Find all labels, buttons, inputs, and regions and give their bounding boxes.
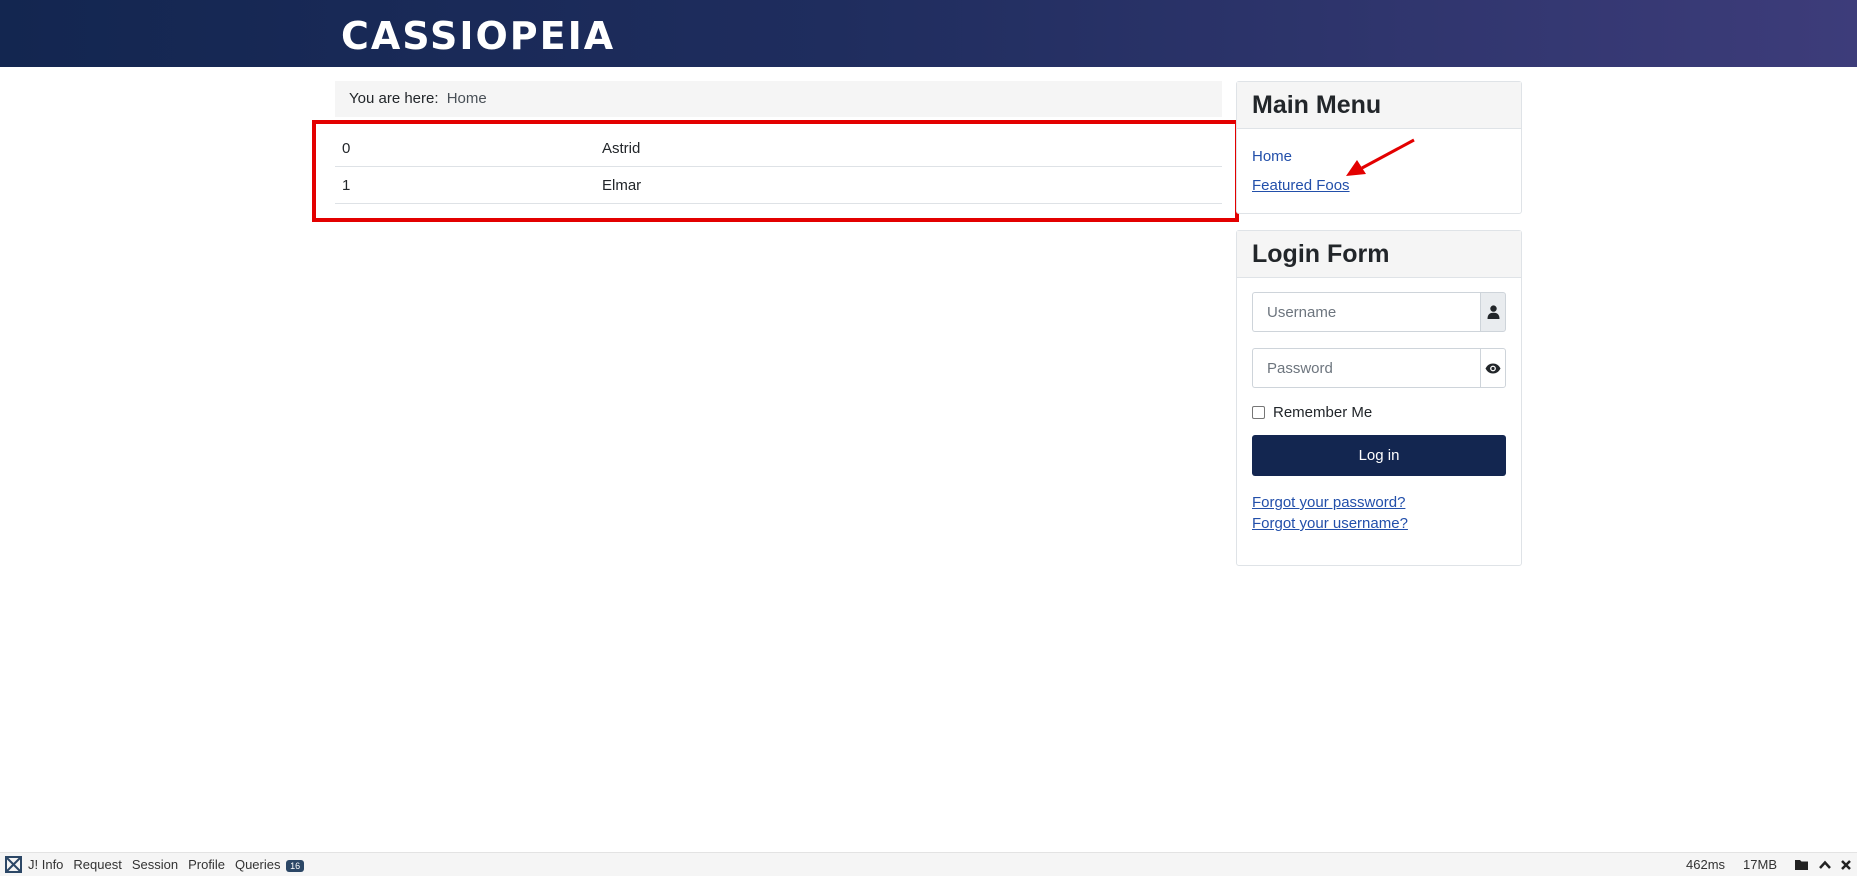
debug-memory: 17MB bbox=[1743, 857, 1777, 872]
breadcrumb: You are here: Home bbox=[335, 81, 1222, 117]
breadcrumb-prefix: You are here: bbox=[349, 90, 439, 107]
debug-time: 462ms bbox=[1686, 857, 1726, 872]
login-form-card: Login Form Remember Me bbox=[1236, 230, 1522, 566]
login-button[interactable]: Log in bbox=[1252, 435, 1506, 476]
eye-icon[interactable] bbox=[1480, 348, 1506, 388]
debug-tab-info[interactable]: J! Info bbox=[28, 857, 63, 872]
remember-me-label[interactable]: Remember Me bbox=[1273, 404, 1372, 421]
password-group bbox=[1252, 348, 1506, 388]
password-input[interactable] bbox=[1252, 348, 1480, 388]
menu-item-home[interactable]: Home bbox=[1252, 148, 1506, 166]
debug-tab-request[interactable]: Request bbox=[73, 857, 121, 872]
debug-tab-queries[interactable]: Queries 16 bbox=[234, 857, 305, 872]
debug-tab-queries-label: Queries bbox=[234, 857, 281, 872]
joomla-logo-icon[interactable] bbox=[5, 856, 22, 873]
highlight-annotation-box bbox=[312, 120, 1239, 222]
remember-me-checkbox[interactable] bbox=[1252, 406, 1265, 419]
site-header: CASSIOPEIA bbox=[0, 0, 1857, 67]
login-form-title: Login Form bbox=[1237, 231, 1521, 278]
user-icon bbox=[1480, 292, 1506, 332]
debug-tab-session[interactable]: Session bbox=[132, 857, 178, 872]
debug-tab-profile[interactable]: Profile bbox=[188, 857, 225, 872]
breadcrumb-item-home: Home bbox=[446, 90, 487, 107]
main-menu-card: Main Menu Home Featured Foos bbox=[1236, 81, 1522, 214]
site-title[interactable]: CASSIOPEIA bbox=[341, 13, 615, 59]
chevron-up-icon[interactable] bbox=[1819, 860, 1831, 870]
debug-bar: J! Info Request Session Profile Queries … bbox=[0, 852, 1857, 876]
folder-icon[interactable] bbox=[1795, 859, 1809, 871]
forgot-username-link[interactable]: Forgot your username? bbox=[1252, 513, 1506, 534]
username-group bbox=[1252, 292, 1506, 332]
queries-count-badge: 16 bbox=[286, 859, 305, 872]
menu-item-featured-foos[interactable]: Featured Foos bbox=[1252, 177, 1506, 195]
remember-me-row: Remember Me bbox=[1252, 404, 1506, 421]
forgot-password-link[interactable]: Forgot your password? bbox=[1252, 492, 1506, 513]
main-menu-title: Main Menu bbox=[1237, 82, 1521, 129]
close-icon[interactable] bbox=[1841, 859, 1851, 870]
username-input[interactable] bbox=[1252, 292, 1480, 332]
